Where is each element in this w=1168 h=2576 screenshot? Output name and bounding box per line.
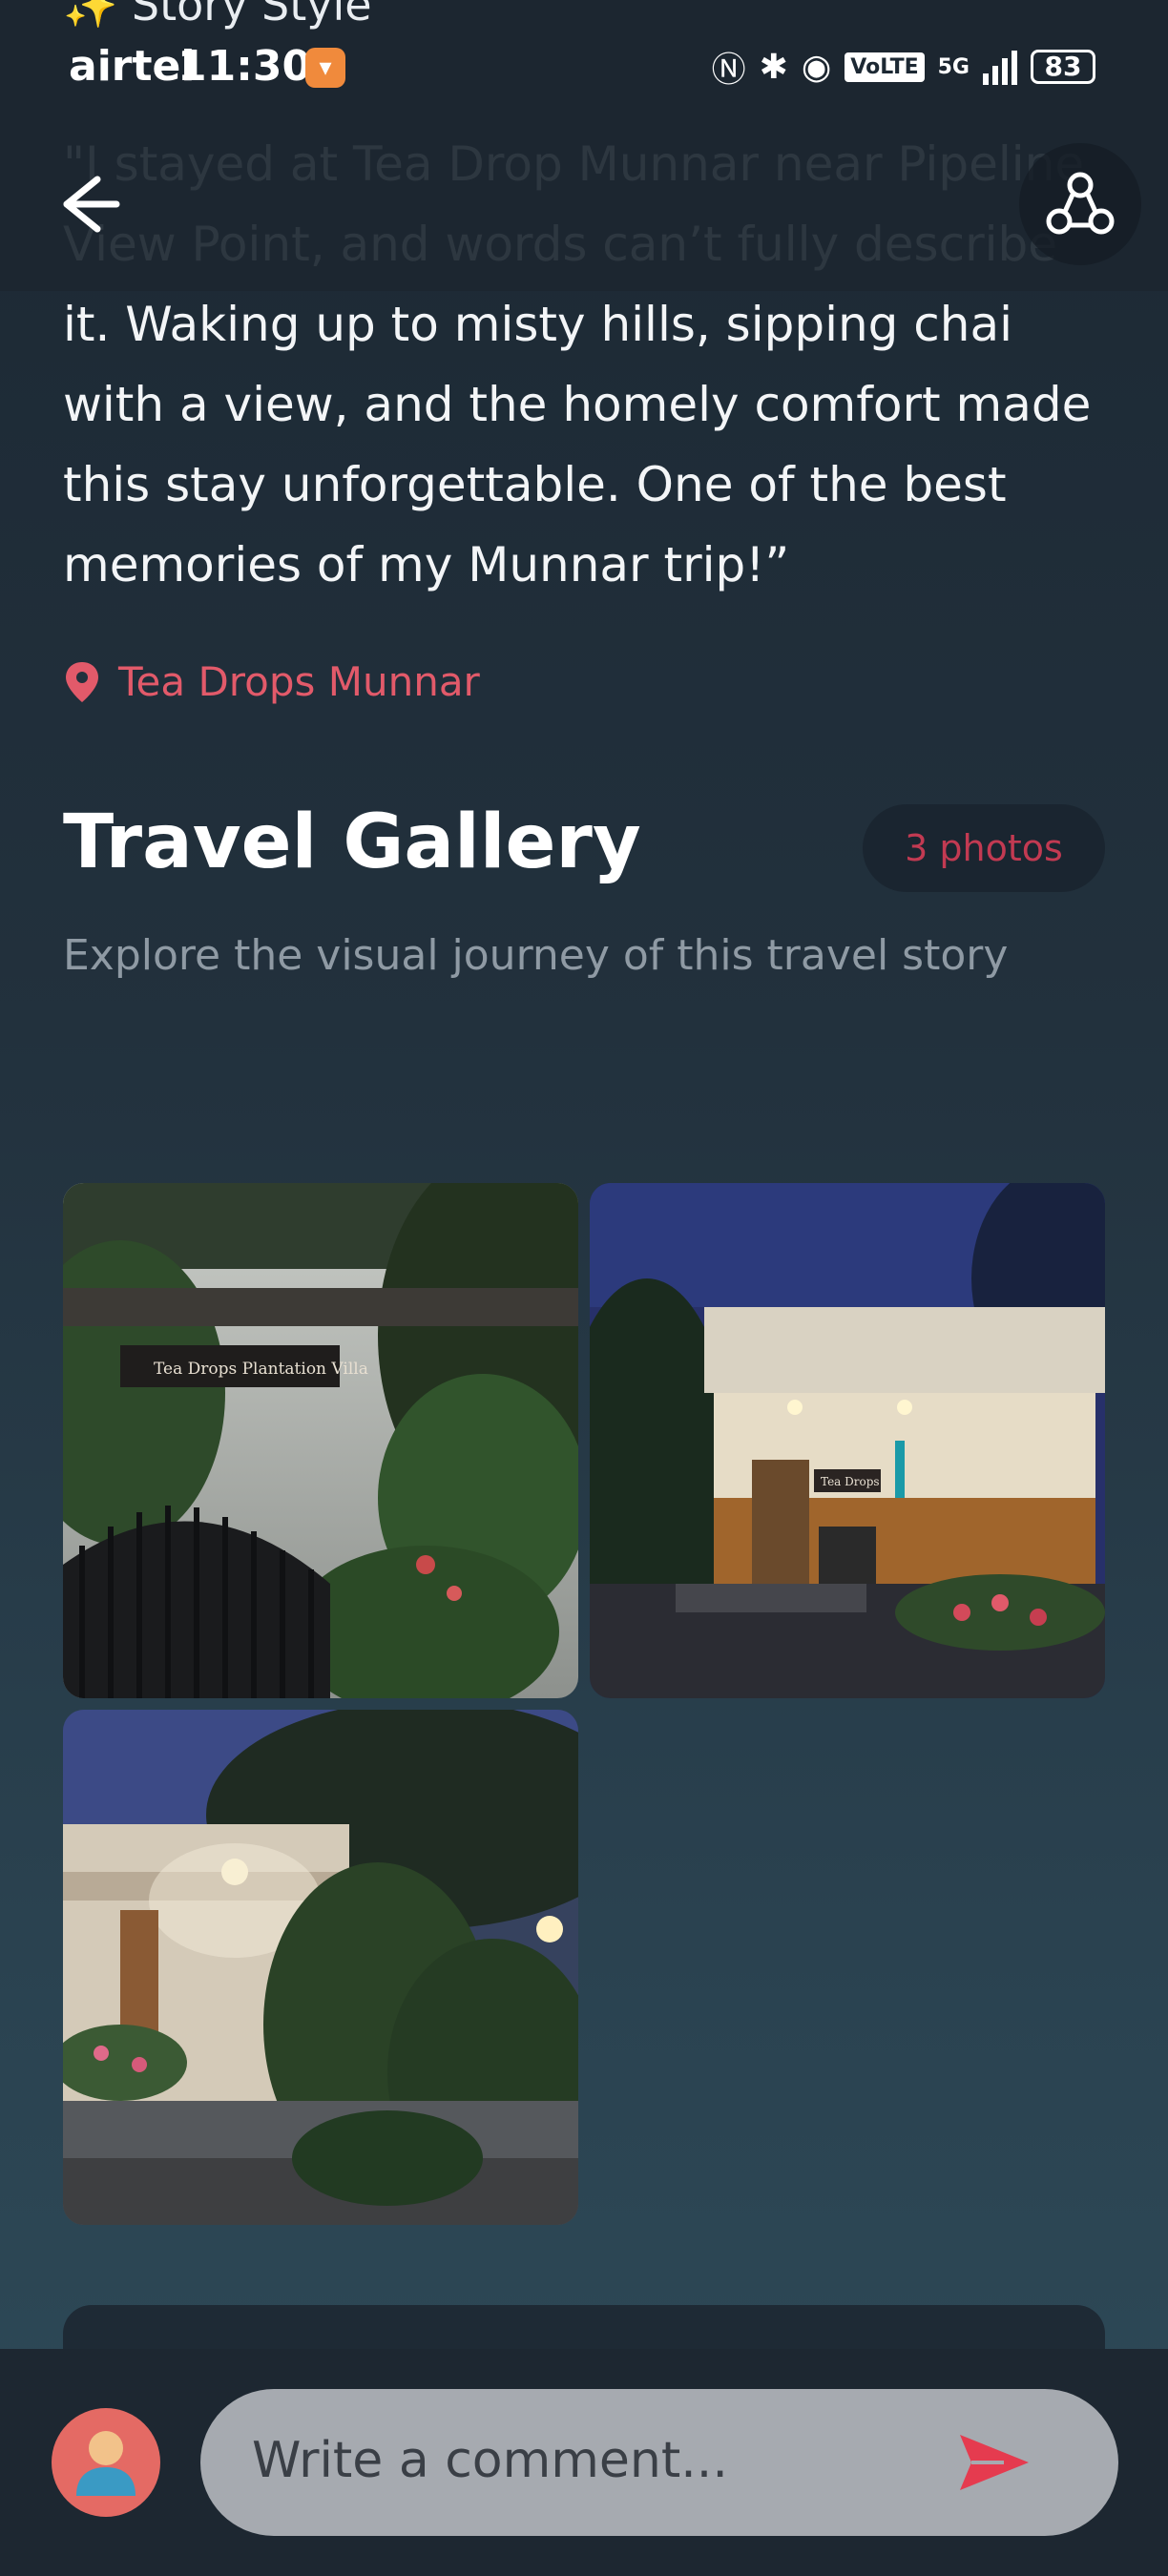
location-pin-icon [66,661,98,702]
hotspot-icon: ◉ [801,47,832,87]
status-icons: Ⓝ ✱ ◉ VoLTE 5G 83 [712,42,1095,92]
arrow-left-icon [63,176,120,233]
photo-porch-image: Tea Drops [590,1183,1105,1698]
bluetooth-icon: ✱ [759,47,788,87]
photo-count-badge: 3 photos [863,804,1105,892]
battery-icon: 83 [1031,50,1095,84]
gallery-title: Travel Gallery [63,800,641,885]
user-avatar-icon [76,2431,136,2496]
photo-gate-image: Tea Drops Plantation Villa [63,1183,578,1698]
comment-input[interactable] [250,2412,922,2509]
network-type: 5G [937,54,970,79]
status-time: 11:30 [177,42,312,91]
story-location[interactable]: Tea Drops Munnar [63,658,480,705]
photo-gate-sign: Tea Drops Plantation Villa [154,1360,368,1379]
top-app-bar: ✨ Story Style airtel 11:30 ▾ Ⓝ ✱ ◉ VoLTE… [0,0,1168,291]
nfc-icon: Ⓝ [711,51,746,90]
carrier-name: airtel [69,42,196,91]
volte-tag: VoLTE [845,52,925,82]
notification-app-icon: ▾ [305,48,345,88]
send-button[interactable] [956,2431,1032,2494]
gallery-photo-porch[interactable]: Tea Drops [590,1183,1105,1698]
back-button[interactable] [53,170,122,239]
signal-icon [983,49,1017,85]
share-button[interactable] [1019,143,1141,265]
share-nodes-icon [1046,172,1115,235]
story-style-peek-title: ✨ Story Style [63,0,372,31]
gallery-subtitle: Explore the visual journey of this trave… [63,931,1009,980]
send-icon [960,2435,1029,2490]
gallery-photo-garden[interactable] [63,1710,578,2225]
photo-garden-image [63,1710,578,2225]
gallery-photo-gate[interactable]: Tea Drops Plantation Villa [63,1183,578,1698]
user-avatar[interactable] [52,2408,160,2517]
location-label: Tea Drops Munnar [118,658,480,705]
photo-porch-sign: Tea Drops [821,1475,880,1488]
